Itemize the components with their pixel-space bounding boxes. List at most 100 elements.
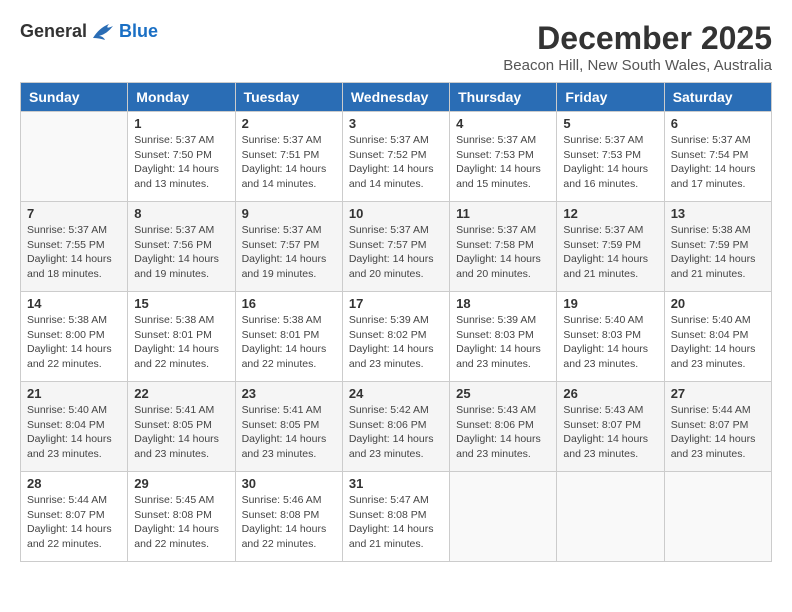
calendar-cell: 8 Sunrise: 5:37 AM Sunset: 7:56 PM Daylig… — [128, 202, 235, 292]
cell-info-text: Sunrise: 5:39 AM Sunset: 8:03 PM Dayligh… — [456, 313, 550, 372]
calendar-cell: 19Sunrise: 5:40 AM Sunset: 8:03 PM Dayli… — [557, 292, 664, 382]
cell-info-text: Sunrise: 5:38 AM Sunset: 7:59 PM Dayligh… — [671, 223, 765, 282]
cell-info-text: Sunrise: 5:40 AM Sunset: 8:04 PM Dayligh… — [27, 403, 121, 462]
cell-day-number: 17 — [349, 296, 443, 311]
calendar-week-row: 7 Sunrise: 5:37 AM Sunset: 7:55 PM Daylig… — [21, 202, 772, 292]
logo-bird-icon — [89, 20, 117, 42]
calendar-cell: 2Sunrise: 5:37 AM Sunset: 7:51 PM Daylig… — [235, 112, 342, 202]
calendar-cell: 23 Sunrise: 5:41 AM Sunset: 8:05 PM Dayli… — [235, 382, 342, 472]
cell-day-number: 31 — [349, 476, 443, 491]
calendar-cell: 13 Sunrise: 5:38 AM Sunset: 7:59 PM Dayli… — [664, 202, 771, 292]
calendar-cell — [450, 472, 557, 562]
calendar-cell: 25 Sunrise: 5:43 AM Sunset: 8:06 PM Dayli… — [450, 382, 557, 472]
cell-day-number: 1 — [134, 116, 228, 131]
cell-day-number: 26 — [563, 386, 657, 401]
logo: General Blue — [20, 20, 158, 42]
cell-day-number: 24 — [349, 386, 443, 401]
cell-day-number: 14 — [27, 296, 121, 311]
cell-info-text: Sunrise: 5:44 AM Sunset: 8:07 PM Dayligh… — [27, 493, 121, 552]
calendar-cell: 27 Sunrise: 5:44 AM Sunset: 8:07 PM Dayli… — [664, 382, 771, 472]
calendar-cell: 10 Sunrise: 5:37 AM Sunset: 7:57 PM Dayli… — [342, 202, 449, 292]
cell-day-number: 13 — [671, 206, 765, 221]
cell-day-number: 8 — [134, 206, 228, 221]
cell-info-text: Sunrise: 5:37 AM Sunset: 7:57 PM Dayligh… — [349, 223, 443, 282]
column-header-sunday: Sunday — [21, 83, 128, 112]
cell-day-number: 28 — [27, 476, 121, 491]
cell-day-number: 20 — [671, 296, 765, 311]
cell-info-text: Sunrise: 5:41 AM Sunset: 8:05 PM Dayligh… — [242, 403, 336, 462]
calendar-week-row: 1 Sunrise: 5:37 AM Sunset: 7:50 PM Daylig… — [21, 112, 772, 202]
cell-info-text: Sunrise: 5:37 AM Sunset: 7:51 PM Dayligh… — [242, 133, 336, 192]
calendar-cell: 9 Sunrise: 5:37 AM Sunset: 7:57 PM Daylig… — [235, 202, 342, 292]
cell-day-number: 27 — [671, 386, 765, 401]
logo-blue-text: Blue — [119, 21, 158, 42]
cell-info-text: Sunrise: 5:38 AM Sunset: 8:01 PM Dayligh… — [134, 313, 228, 372]
cell-info-text: Sunrise: 5:43 AM Sunset: 8:06 PM Dayligh… — [456, 403, 550, 462]
cell-day-number: 21 — [27, 386, 121, 401]
cell-day-number: 18 — [456, 296, 550, 311]
logo-general-text: General — [20, 21, 87, 42]
cell-info-text: Sunrise: 5:41 AM Sunset: 8:05 PM Dayligh… — [134, 403, 228, 462]
calendar-cell: 5 Sunrise: 5:37 AM Sunset: 7:53 PM Daylig… — [557, 112, 664, 202]
calendar-cell: 14 Sunrise: 5:38 AM Sunset: 8:00 PM Dayli… — [21, 292, 128, 382]
cell-day-number: 16 — [242, 296, 336, 311]
calendar-cell: 24 Sunrise: 5:42 AM Sunset: 8:06 PM Dayli… — [342, 382, 449, 472]
cell-day-number: 9 — [242, 206, 336, 221]
calendar-cell: 26 Sunrise: 5:43 AM Sunset: 8:07 PM Dayli… — [557, 382, 664, 472]
cell-day-number: 4 — [456, 116, 550, 131]
calendar-week-row: 21 Sunrise: 5:40 AM Sunset: 8:04 PM Dayli… — [21, 382, 772, 472]
column-header-thursday: Thursday — [450, 83, 557, 112]
calendar-cell: 20Sunrise: 5:40 AM Sunset: 8:04 PM Dayli… — [664, 292, 771, 382]
calendar-cell: 18 Sunrise: 5:39 AM Sunset: 8:03 PM Dayli… — [450, 292, 557, 382]
cell-day-number: 29 — [134, 476, 228, 491]
cell-info-text: Sunrise: 5:43 AM Sunset: 8:07 PM Dayligh… — [563, 403, 657, 462]
cell-info-text: Sunrise: 5:44 AM Sunset: 8:07 PM Dayligh… — [671, 403, 765, 462]
column-header-friday: Friday — [557, 83, 664, 112]
cell-info-text: Sunrise: 5:37 AM Sunset: 7:54 PM Dayligh… — [671, 133, 765, 192]
calendar-cell — [557, 472, 664, 562]
cell-day-number: 19 — [563, 296, 657, 311]
cell-info-text: Sunrise: 5:37 AM Sunset: 7:53 PM Dayligh… — [563, 133, 657, 192]
column-header-saturday: Saturday — [664, 83, 771, 112]
cell-info-text: Sunrise: 5:37 AM Sunset: 7:50 PM Dayligh… — [134, 133, 228, 192]
cell-day-number: 23 — [242, 386, 336, 401]
calendar-cell: 16 Sunrise: 5:38 AM Sunset: 8:01 PM Dayli… — [235, 292, 342, 382]
calendar-cell: 29Sunrise: 5:45 AM Sunset: 8:08 PM Dayli… — [128, 472, 235, 562]
cell-day-number: 11 — [456, 206, 550, 221]
cell-info-text: Sunrise: 5:38 AM Sunset: 8:01 PM Dayligh… — [242, 313, 336, 372]
calendar-cell: 21 Sunrise: 5:40 AM Sunset: 8:04 PM Dayli… — [21, 382, 128, 472]
title-block: December 2025 Beacon Hill, New South Wal… — [503, 20, 772, 74]
cell-day-number: 7 — [27, 206, 121, 221]
calendar-cell: 28 Sunrise: 5:44 AM Sunset: 8:07 PM Dayli… — [21, 472, 128, 562]
cell-info-text: Sunrise: 5:42 AM Sunset: 8:06 PM Dayligh… — [349, 403, 443, 462]
calendar-cell — [664, 472, 771, 562]
cell-day-number: 10 — [349, 206, 443, 221]
location-subtitle: Beacon Hill, New South Wales, Australia — [503, 57, 772, 74]
calendar-cell: 4 Sunrise: 5:37 AM Sunset: 7:53 PM Daylig… — [450, 112, 557, 202]
calendar-cell — [21, 112, 128, 202]
cell-info-text: Sunrise: 5:37 AM Sunset: 7:56 PM Dayligh… — [134, 223, 228, 282]
cell-day-number: 12 — [563, 206, 657, 221]
cell-day-number: 3 — [349, 116, 443, 131]
calendar-cell: 3Sunrise: 5:37 AM Sunset: 7:52 PM Daylig… — [342, 112, 449, 202]
calendar-cell: 11 Sunrise: 5:37 AM Sunset: 7:58 PM Dayli… — [450, 202, 557, 292]
cell-day-number: 30 — [242, 476, 336, 491]
calendar-cell: 15 Sunrise: 5:38 AM Sunset: 8:01 PM Dayli… — [128, 292, 235, 382]
cell-info-text: Sunrise: 5:37 AM Sunset: 7:57 PM Dayligh… — [242, 223, 336, 282]
column-header-wednesday: Wednesday — [342, 83, 449, 112]
calendar-week-row: 14 Sunrise: 5:38 AM Sunset: 8:00 PM Dayli… — [21, 292, 772, 382]
cell-info-text: Sunrise: 5:37 AM Sunset: 7:53 PM Dayligh… — [456, 133, 550, 192]
cell-day-number: 6 — [671, 116, 765, 131]
cell-day-number: 25 — [456, 386, 550, 401]
cell-info-text: Sunrise: 5:37 AM Sunset: 7:55 PM Dayligh… — [27, 223, 121, 282]
calendar-cell: 6 Sunrise: 5:37 AM Sunset: 7:54 PM Daylig… — [664, 112, 771, 202]
cell-day-number: 15 — [134, 296, 228, 311]
cell-info-text: Sunrise: 5:37 AM Sunset: 7:58 PM Dayligh… — [456, 223, 550, 282]
column-header-tuesday: Tuesday — [235, 83, 342, 112]
page-header: General Blue December 2025 Beacon Hill, … — [20, 20, 772, 74]
cell-info-text: Sunrise: 5:38 AM Sunset: 8:00 PM Dayligh… — [27, 313, 121, 372]
calendar-header-row: SundayMondayTuesdayWednesdayThursdayFrid… — [21, 83, 772, 112]
calendar-cell: 12Sunrise: 5:37 AM Sunset: 7:59 PM Dayli… — [557, 202, 664, 292]
calendar-table: SundayMondayTuesdayWednesdayThursdayFrid… — [20, 82, 772, 562]
cell-day-number: 5 — [563, 116, 657, 131]
